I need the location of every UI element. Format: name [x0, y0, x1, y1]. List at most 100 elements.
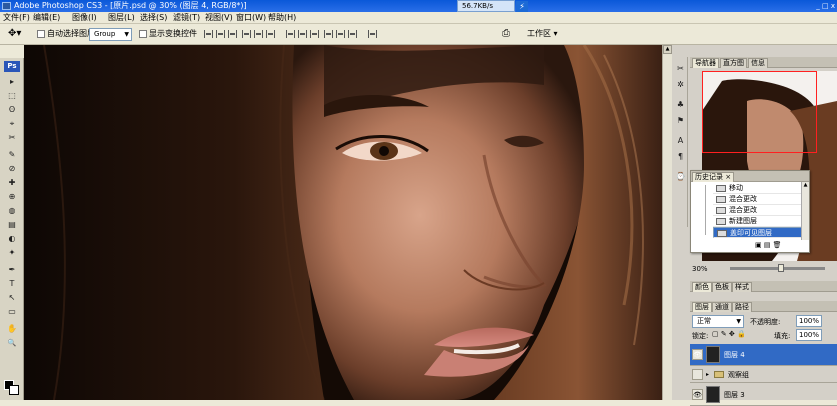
align-bottom-icon[interactable] [228, 30, 237, 38]
clone-stamp-tool[interactable]: ⊕ [6, 192, 18, 202]
layer-row-active[interactable]: 👁 图层 4 [690, 344, 837, 366]
layer-group-row[interactable]: ▸ 观察组 [690, 367, 837, 383]
chevron-down-icon: ▼ [124, 31, 129, 38]
navigator-zoom-row: 30% [690, 263, 837, 277]
auto-align-icon[interactable] [368, 30, 377, 38]
brush-tool[interactable]: ✎ [6, 150, 18, 160]
blur-tool[interactable]: ◍ [6, 206, 18, 216]
fill-field[interactable]: 100% [796, 329, 822, 341]
distribute-right-icon[interactable] [348, 30, 357, 38]
paragraph-icon[interactable]: ¶ [675, 151, 686, 162]
auto-select-dropdown[interactable]: Group ▼ [89, 28, 132, 41]
zoom-slider-thumb[interactable] [778, 264, 784, 272]
move-tool-icon[interactable]: ✥▾ [8, 29, 21, 39]
menu-select[interactable]: 选择(S) [140, 12, 167, 24]
distribute-top-icon[interactable] [286, 30, 295, 38]
opacity-field[interactable]: 100% [796, 315, 822, 327]
history-step-icon [716, 185, 726, 192]
history-scrollbar[interactable]: ▲ [801, 182, 809, 240]
zoom-tool[interactable]: 🔍 [6, 338, 18, 348]
distribute-bottom-icon[interactable] [310, 30, 319, 38]
menu-view[interactable]: 视图(V) [205, 12, 233, 24]
distribute-vcenter-icon[interactable] [298, 30, 307, 38]
bolt-icon: ⚡ [516, 1, 528, 12]
history-panel-icon[interactable]: ⌚ [675, 171, 686, 182]
tab-channels[interactable]: 通道 [712, 302, 732, 312]
history-item[interactable]: 移动 [713, 183, 809, 194]
hand-tool[interactable]: ✋ [6, 324, 18, 334]
opacity-label: 不透明度: [750, 318, 781, 326]
visibility-toggle[interactable] [692, 369, 703, 380]
history-panel: 历史记录 × 移动 混合更改 混合更改 新建图层 盖印可见图层 ▣ ▤ 🗑 ▲ [690, 170, 810, 253]
tab-navigator[interactable]: 导航器 [692, 58, 719, 68]
background-color-swatch[interactable] [9, 385, 19, 395]
history-item[interactable]: 混合更改 [713, 205, 809, 216]
menu-filter[interactable]: 滤镜(T) [173, 12, 200, 24]
tab-swatches[interactable]: 色板 [712, 282, 732, 292]
navigator-view-box[interactable] [702, 71, 817, 153]
crop-tool[interactable]: ✂ [6, 133, 18, 143]
eraser-tool[interactable]: ⊘ [6, 164, 18, 174]
expand-arrow-icon[interactable]: ▸ [706, 367, 709, 383]
align-left-icon[interactable] [242, 30, 251, 38]
history-action-icons[interactable]: ▣ ▤ 🗑 [755, 241, 782, 249]
character-icon[interactable]: A [675, 135, 686, 146]
document-canvas[interactable] [24, 45, 662, 400]
sharpen-tool[interactable]: ✦ [6, 248, 18, 258]
eye-icon[interactable]: 👁 [692, 349, 703, 360]
clone-source-icon[interactable]: ♣ [675, 99, 686, 110]
tab-history[interactable]: 历史记录 × [692, 172, 735, 182]
tab-color[interactable]: 颜色 [692, 282, 712, 292]
menu-edit[interactable]: 编辑(E) [33, 12, 60, 24]
lock-icons[interactable]: ▢ ✎ ✥ 🔒 [712, 330, 746, 338]
window-controls[interactable]: _ □ x [816, 1, 835, 11]
align-hcenter-icon[interactable] [254, 30, 263, 38]
tab-histogram[interactable]: 直方图 [720, 58, 747, 68]
history-item-selected[interactable]: 盖印可见图层 [713, 227, 809, 238]
healing-tool[interactable]: ✚ [6, 178, 18, 188]
eye-icon[interactable]: 👁 [692, 389, 703, 400]
layer-row[interactable]: 👁 图层 3 [690, 384, 837, 406]
align-top-icon[interactable] [204, 30, 213, 38]
brush-preset-icon[interactable]: ✲ [675, 79, 686, 90]
lock-label: 锁定: [692, 332, 709, 340]
align-right-icon[interactable] [266, 30, 275, 38]
move-tool[interactable]: ▸ [6, 77, 18, 87]
tab-info[interactable]: 信息 [748, 58, 768, 68]
lasso-tool[interactable]: ʘ [6, 105, 18, 115]
menu-layer[interactable]: 图层(L) [108, 12, 135, 24]
menu-window[interactable]: 窗口(W) [236, 12, 266, 24]
shape-tool[interactable]: ▭ [6, 307, 18, 317]
distribute-hcenter-icon[interactable] [336, 30, 345, 38]
magic-wand-tool[interactable]: ⌖ [6, 119, 18, 129]
bridge-icon[interactable]: ⎙ [502, 29, 510, 39]
history-item[interactable]: 新建图层 [713, 216, 809, 227]
align-vcenter-icon[interactable] [216, 30, 225, 38]
tab-paths[interactable]: 路径 [732, 302, 752, 312]
scissors-icon[interactable]: ✂ [675, 63, 686, 74]
path-select-tool[interactable]: ↖ [6, 293, 18, 303]
dodge-tool[interactable]: ◐ [6, 234, 18, 244]
pen-tool[interactable]: ✒ [6, 265, 18, 275]
tab-layers[interactable]: 图层 [692, 302, 712, 312]
scroll-up-icon[interactable]: ▲ [663, 45, 672, 54]
marquee-tool[interactable]: ⬚ [6, 91, 18, 101]
color-panel: 颜色 色板 样式 [690, 281, 837, 295]
photoshop-app-icon [2, 2, 11, 10]
type-tool[interactable]: T [6, 279, 18, 289]
vertical-scrollbar[interactable]: ▲ [662, 45, 672, 400]
history-item[interactable]: 混合更改 [713, 194, 809, 205]
palette-icon-strip: ✂ ✲ ♣ ⚑ A ¶ ⌚ [672, 57, 688, 227]
menu-help[interactable]: 帮助(H) [268, 12, 296, 24]
gradient-tool[interactable]: ▤ [6, 220, 18, 230]
blend-mode-dropdown[interactable]: 正常 ▼ [692, 315, 744, 328]
menu-file[interactable]: 文件(F) [3, 12, 30, 24]
menu-image[interactable]: 图像(I) [72, 12, 97, 24]
tab-styles[interactable]: 样式 [732, 282, 752, 292]
tool-preset-icon[interactable]: ⚑ [675, 115, 686, 126]
show-transform-checkbox[interactable] [139, 30, 147, 38]
zoom-percent[interactable]: 30% [692, 265, 708, 273]
distribute-left-icon[interactable] [324, 30, 333, 38]
workspace-button[interactable]: 工作区 ▾ [527, 29, 558, 39]
auto-select-checkbox[interactable] [37, 30, 45, 38]
